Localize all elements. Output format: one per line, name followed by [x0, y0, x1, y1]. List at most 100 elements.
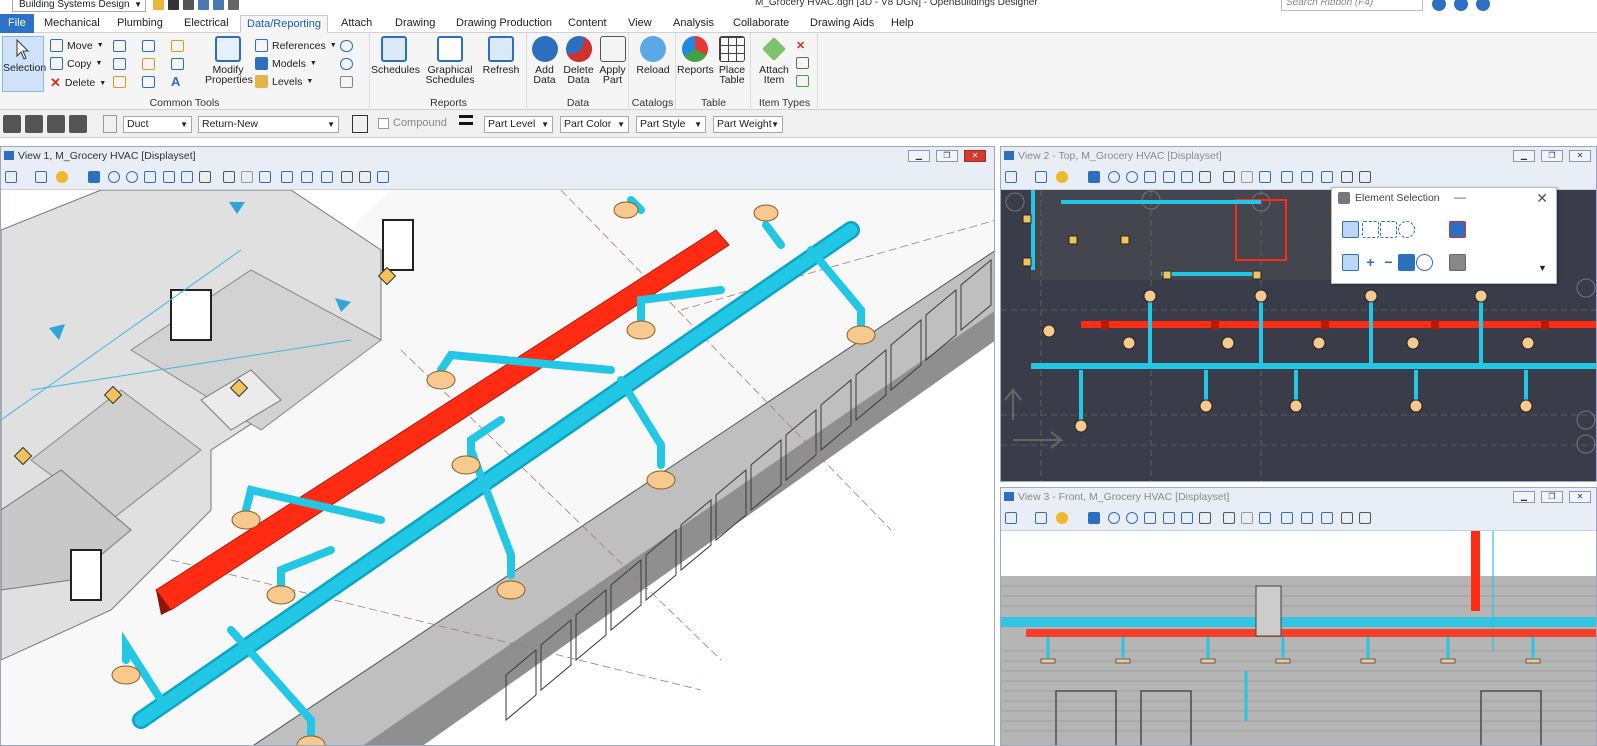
circle-method-button[interactable]: [1398, 221, 1415, 238]
tab-drawing-aids[interactable]: Drawing Aids: [808, 15, 876, 33]
models-button[interactable]: Models ▼: [255, 57, 317, 70]
tab-attach[interactable]: Attach: [339, 15, 374, 33]
delete-data-button[interactable]: Delete Data: [562, 36, 595, 85]
place-duct-icon[interactable]: [3, 115, 21, 133]
clip-mask-icon[interactable]: [1301, 171, 1313, 183]
place-component-icon[interactable]: [47, 115, 65, 133]
binoculars-icon[interactable]: [1359, 171, 1371, 183]
update-view-icon[interactable]: [1088, 171, 1100, 183]
view-attributes-icon[interactable]: [1005, 171, 1017, 183]
pan-icon[interactable]: [1199, 512, 1211, 524]
close-button[interactable]: ✕: [964, 150, 986, 162]
schedules-button[interactable]: Schedules: [371, 36, 420, 75]
restore-button[interactable]: ❐: [1541, 491, 1563, 503]
info-icon[interactable]: [340, 58, 353, 70]
clip-volume-icon[interactable]: [1281, 512, 1293, 524]
clip-mask-icon[interactable]: [1301, 512, 1313, 524]
active-view-icon[interactable]: [352, 115, 368, 133]
view-1-canvas[interactable]: [1, 189, 994, 745]
previous-view-icon[interactable]: [1241, 512, 1253, 524]
clear-selection-icon[interactable]: [1449, 221, 1466, 238]
filter-icon[interactable]: [341, 171, 353, 183]
pick-icon[interactable]: [103, 115, 117, 133]
walk-icon[interactable]: [1223, 512, 1235, 524]
view-attributes-icon[interactable]: [1005, 512, 1017, 524]
part-weight-combo[interactable]: Part Weight ▼: [713, 116, 783, 133]
previous-view-icon[interactable]: [241, 171, 253, 183]
zoom-out-icon[interactable]: [1126, 512, 1138, 524]
tab-help[interactable]: Help: [889, 15, 916, 33]
graphical-schedules-button[interactable]: Graphical Schedules: [421, 36, 479, 85]
move-button[interactable]: Move ▼: [50, 39, 104, 52]
tab-drawing[interactable]: Drawing: [393, 15, 437, 33]
brush-icon[interactable]: [113, 76, 126, 88]
next-view-icon[interactable]: [259, 171, 271, 183]
subtract-mode-icon[interactable]: −: [1380, 254, 1397, 271]
reload-button[interactable]: Reload: [632, 36, 674, 75]
binoculars-icon[interactable]: [1359, 512, 1371, 524]
cell-icon[interactable]: [171, 40, 184, 52]
new-mode-button[interactable]: [1342, 254, 1359, 271]
reports-button[interactable]: Reports: [677, 36, 714, 75]
expand-chevron-icon[interactable]: ▼: [1538, 263, 1547, 273]
view-settings-icon[interactable]: [1321, 171, 1333, 183]
clip-mask-icon[interactable]: [301, 171, 313, 183]
rotate-view-icon[interactable]: [1181, 512, 1193, 524]
pointer-select-icon[interactable]: [1449, 254, 1466, 271]
view-settings-icon[interactable]: [1321, 512, 1333, 524]
tab-electrical[interactable]: Electrical: [182, 15, 231, 33]
select-all-icon[interactable]: [1416, 254, 1433, 271]
render-icon[interactable]: [377, 171, 389, 183]
detach-icon[interactable]: ✕: [796, 39, 809, 52]
tab-analysis[interactable]: Analysis: [671, 15, 716, 33]
clip-volume-icon[interactable]: [281, 171, 293, 183]
fill-icon[interactable]: [142, 58, 155, 70]
minimize-icon[interactable]: —: [1454, 190, 1466, 204]
place-table-button[interactable]: Place Table: [714, 36, 750, 85]
next-view-icon[interactable]: [1259, 171, 1271, 183]
zoom-in-icon[interactable]: [1108, 171, 1120, 183]
view-1-window[interactable]: View 1, M_Grocery HVAC [Displayset] ▁ ❐ …: [0, 146, 995, 746]
update-view-icon[interactable]: [1088, 512, 1100, 524]
rotate-view-icon[interactable]: [181, 171, 193, 183]
zoom-icon[interactable]: [340, 40, 353, 52]
workflow-selector[interactable]: Building Systems Design ▼: [12, 0, 146, 12]
window-area-icon[interactable]: [1144, 512, 1156, 524]
view-settings-icon[interactable]: [321, 171, 333, 183]
references-button[interactable]: References ▼: [255, 39, 337, 52]
place-fitting-icon[interactable]: [25, 115, 43, 133]
previous-view-icon[interactable]: [1241, 171, 1253, 183]
view-attributes-icon[interactable]: [5, 171, 17, 183]
compound-checkbox[interactable]: [378, 118, 389, 129]
rotate-view-icon[interactable]: [1181, 171, 1193, 183]
save-icon[interactable]: [168, 0, 179, 10]
close-icon[interactable]: ✕: [1536, 190, 1548, 207]
zoom-in-icon[interactable]: [1108, 512, 1120, 524]
selection-button[interactable]: Selection: [2, 36, 46, 92]
window-area-icon[interactable]: [1144, 171, 1156, 183]
walk-icon[interactable]: [1223, 171, 1235, 183]
restore-button[interactable]: ❐: [936, 150, 958, 162]
pan-icon[interactable]: [199, 171, 211, 183]
minimize-button[interactable]: ▁: [1513, 150, 1535, 162]
add-mode-icon[interactable]: +: [1362, 254, 1379, 271]
minimize-button[interactable]: ▁: [1513, 491, 1535, 503]
zoom-in-icon[interactable]: [108, 171, 120, 183]
view-display-icon[interactable]: [35, 171, 47, 183]
help-icon[interactable]: [1454, 0, 1468, 11]
tab-mechanical[interactable]: Mechanical: [42, 15, 102, 33]
restore-button[interactable]: ❐: [1541, 150, 1563, 162]
place-terminal-icon[interactable]: [69, 115, 87, 133]
line-style-icon[interactable]: [459, 115, 473, 133]
print-icon[interactable]: [183, 0, 194, 10]
next-view-icon[interactable]: [1259, 512, 1271, 524]
refresh-button[interactable]: Refresh: [481, 36, 521, 75]
walk-icon[interactable]: [223, 171, 235, 183]
close-button[interactable]: ✕: [1569, 150, 1591, 162]
zoom-out-icon[interactable]: [1126, 171, 1138, 183]
pin-icon[interactable]: [228, 0, 239, 10]
zoom-out-icon[interactable]: [126, 171, 138, 183]
attributes-icon[interactable]: [340, 76, 353, 88]
tab-data-reporting[interactable]: Data/Reporting: [240, 15, 328, 33]
delete-button[interactable]: ✕ Delete ▼: [50, 75, 106, 91]
